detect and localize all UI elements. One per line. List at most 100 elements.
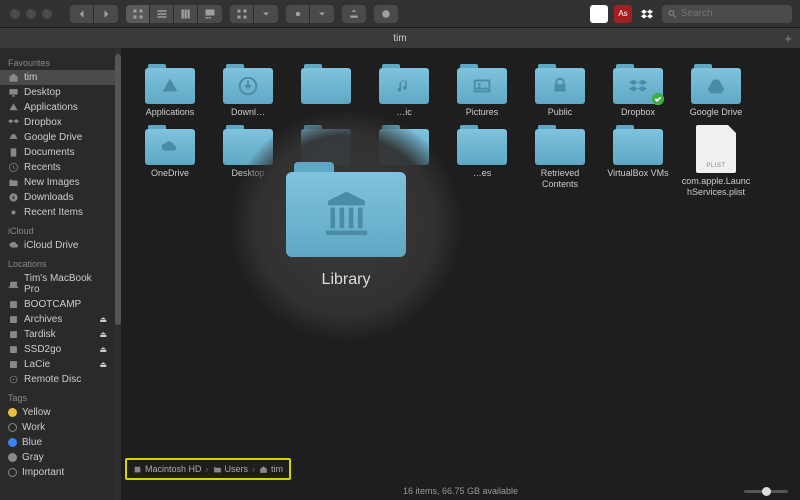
action-chevron[interactable]: [310, 5, 334, 23]
onedrive-menu-icon[interactable]: ☁: [590, 5, 608, 23]
sidebar-item-google-drive[interactable]: Google Drive: [0, 130, 115, 145]
item-label: …ic: [396, 107, 412, 117]
icon-grid[interactable]: ApplicationsDownl… …ic PicturesPublic Dropb…: [121, 48, 800, 458]
sidebar-item-tim-s-macbook-pro[interactable]: Tim's MacBook Pro: [0, 271, 115, 297]
icon-view-button[interactable]: [126, 5, 150, 23]
sidebar-item-dropbox[interactable]: Dropbox: [0, 115, 115, 130]
desktop-icon: [8, 87, 19, 98]
folder-item[interactable]: …es: [445, 125, 519, 197]
item-label: VirtualBox VMs: [607, 168, 668, 178]
sidebar-item-label: Archives: [24, 314, 62, 325]
file-item[interactable]: PLISTcom.apple.LaunchServices.plist: [679, 125, 753, 197]
folder-icon: [379, 64, 429, 104]
sidebar-item-archives[interactable]: Archives ⏏: [0, 312, 115, 327]
sidebar: FavouritestimDesktopApplicationsDropboxG…: [0, 48, 115, 500]
gdrive-icon: [8, 132, 19, 143]
sidebar-item-icloud-drive[interactable]: iCloud Drive: [0, 238, 115, 253]
sidebar-item-important[interactable]: Important: [0, 465, 115, 480]
minimize-window-button[interactable]: [26, 9, 36, 19]
gallery-view-button[interactable]: [198, 5, 222, 23]
sidebar-item-tim[interactable]: tim: [0, 70, 115, 85]
sidebar-item-lacie[interactable]: LaCie ⏏: [0, 357, 115, 372]
search-field[interactable]: [662, 5, 792, 23]
tab-title[interactable]: tim: [393, 33, 406, 44]
folder-icon: [535, 64, 585, 104]
action-button[interactable]: [286, 5, 310, 23]
folder-item[interactable]: …ic: [367, 64, 441, 117]
tag-dot-icon: [8, 453, 17, 462]
list-view-button[interactable]: [150, 5, 174, 23]
folder-item[interactable]: Retrieved Contents: [523, 125, 597, 197]
folder-item[interactable]: [289, 64, 363, 117]
sidebar-item-documents[interactable]: Documents: [0, 145, 115, 160]
new-tab-button[interactable]: +: [784, 31, 792, 46]
eject-icon[interactable]: ⏏: [99, 360, 107, 369]
close-window-button[interactable]: [10, 9, 20, 19]
sidebar-item-label: LaCie: [24, 359, 50, 370]
sidebar-item-label: BOOTCAMP: [24, 299, 81, 310]
sidebar-item-new-images[interactable]: New Images: [0, 175, 115, 190]
back-button[interactable]: [70, 5, 94, 23]
arrange-button[interactable]: [230, 5, 254, 23]
arrange-chevron[interactable]: [254, 5, 278, 23]
sidebar-item-label: Downloads: [24, 192, 73, 203]
sidebar-item-label: Google Drive: [24, 132, 82, 143]
folder-item[interactable]: Google Drive: [679, 64, 753, 117]
folder-icon: [145, 125, 195, 165]
dropbox-menu-icon[interactable]: [638, 5, 656, 23]
sidebar-item-remote-disc[interactable]: Remote Disc: [0, 372, 115, 387]
search-input[interactable]: [681, 8, 786, 19]
sidebar-section-title: iCloud: [0, 220, 115, 238]
icon-size-slider[interactable]: [744, 490, 788, 493]
sidebar-item-desktop[interactable]: Desktop: [0, 85, 115, 100]
tags-button[interactable]: [374, 5, 398, 23]
home-icon: [8, 72, 19, 83]
path-segment[interactable]: tim: [259, 464, 283, 474]
folder-item[interactable]: OneDrive: [133, 125, 207, 197]
zoom-window-button[interactable]: [42, 9, 52, 19]
action-group: [286, 5, 334, 23]
folder-item[interactable]: D…: [289, 125, 363, 197]
tag-dot-icon: [8, 438, 17, 447]
path-label: Users: [225, 464, 249, 474]
sidebar-item-ssd2go[interactable]: SSD2go ⏏: [0, 342, 115, 357]
sidebar-item-label: SSD2go: [24, 344, 61, 355]
eject-icon[interactable]: ⏏: [99, 330, 107, 339]
folder-item[interactable]: Downl…: [211, 64, 285, 117]
forward-button[interactable]: [94, 5, 118, 23]
sidebar-item-label: Work: [22, 422, 45, 433]
downloads-icon: [8, 192, 19, 203]
folder-icon: [613, 125, 663, 165]
folder-item[interactable]: VirtualBox VMs: [601, 125, 675, 197]
path-bar[interactable]: Macintosh HD›Users›tim: [125, 458, 291, 480]
sidebar-item-yellow[interactable]: Yellow: [0, 405, 115, 420]
path-segment[interactable]: Macintosh HD: [133, 464, 202, 474]
sidebar-item-gray[interactable]: Gray: [0, 450, 115, 465]
file-icon: PLIST: [696, 125, 736, 173]
sidebar-item-downloads[interactable]: Downloads: [0, 190, 115, 205]
folder-item[interactable]: Applications: [133, 64, 207, 117]
eject-icon[interactable]: ⏏: [99, 315, 107, 324]
folder-item[interactable]: [367, 125, 441, 197]
item-label: Dropbox: [621, 107, 655, 117]
sidebar-item-bootcamp[interactable]: BOOTCAMP: [0, 297, 115, 312]
disk-icon: [8, 329, 19, 340]
eject-icon[interactable]: ⏏: [99, 345, 107, 354]
folder-item[interactable]: Public: [523, 64, 597, 117]
share-button[interactable]: [342, 5, 366, 23]
sidebar-item-applications[interactable]: Applications: [0, 100, 115, 115]
folder-icon: [691, 64, 741, 104]
column-view-button[interactable]: [174, 5, 198, 23]
folder-item[interactable]: Pictures: [445, 64, 519, 117]
app-badge-icon[interactable]: As: [614, 5, 632, 23]
sidebar-item-recent-items[interactable]: Recent Items: [0, 205, 115, 220]
path-segment[interactable]: Users: [213, 464, 249, 474]
sidebar-item-tardisk[interactable]: Tardisk⏏: [0, 327, 115, 342]
folder-item[interactable]: Desktop: [211, 125, 285, 197]
sidebar-item-work[interactable]: Work: [0, 420, 115, 435]
sidebar-item-blue[interactable]: Blue: [0, 435, 115, 450]
folder-item[interactable]: Dropbox: [601, 64, 675, 117]
sidebar-item-recents[interactable]: Recents: [0, 160, 115, 175]
tag-dot-icon: [8, 468, 17, 477]
item-label: D…: [318, 168, 334, 178]
